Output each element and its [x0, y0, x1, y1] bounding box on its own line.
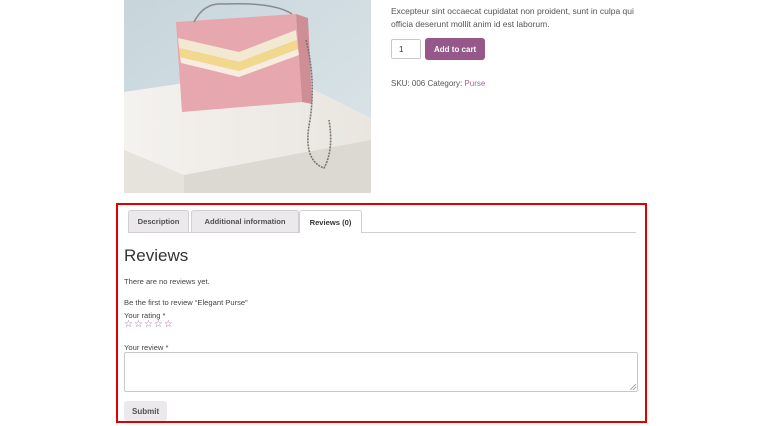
- product-meta: SKU: 006 Category: Purse: [391, 79, 485, 88]
- category-label: Category:: [427, 79, 463, 88]
- star-outline-icon[interactable]: ☆: [124, 320, 133, 330]
- tab-description[interactable]: Description: [128, 210, 189, 232]
- category-link[interactable]: Purse: [464, 79, 485, 88]
- product-tabs: Description Additional information Revie…: [128, 210, 636, 233]
- product-short-description: Excepteur sint occaecat cupidatat non pr…: [391, 6, 634, 29]
- resize-grip-icon[interactable]: [630, 384, 636, 390]
- review-textarea[interactable]: [124, 352, 638, 392]
- star-outline-icon[interactable]: ☆: [164, 320, 173, 330]
- purse-illustration: [124, 0, 371, 193]
- star-outline-icon[interactable]: ☆: [134, 320, 143, 330]
- add-to-cart-form: Add to cart: [391, 38, 486, 60]
- reviews-heading: Reviews: [124, 246, 189, 265]
- first-review-prompt: Be the first to review “Elegant Purse”: [124, 298, 248, 307]
- star-outline-icon[interactable]: ☆: [154, 320, 163, 330]
- sku-label: SKU:: [391, 79, 410, 88]
- star-outline-icon[interactable]: ☆: [144, 320, 153, 330]
- submit-button[interactable]: Submit: [124, 401, 168, 421]
- quantity-input[interactable]: [391, 39, 421, 59]
- add-to-cart-button[interactable]: Add to cart: [425, 38, 486, 60]
- tab-additional-information[interactable]: Additional information: [191, 210, 299, 232]
- no-reviews-text: There are no reviews yet.: [124, 277, 210, 286]
- rating-stars: ☆ ☆ ☆ ☆ ☆: [124, 320, 173, 330]
- tab-reviews[interactable]: Reviews (0): [299, 210, 362, 233]
- product-image[interactable]: [124, 0, 371, 193]
- review-label: Your review *: [124, 343, 169, 352]
- sku-value: 006: [411, 79, 426, 88]
